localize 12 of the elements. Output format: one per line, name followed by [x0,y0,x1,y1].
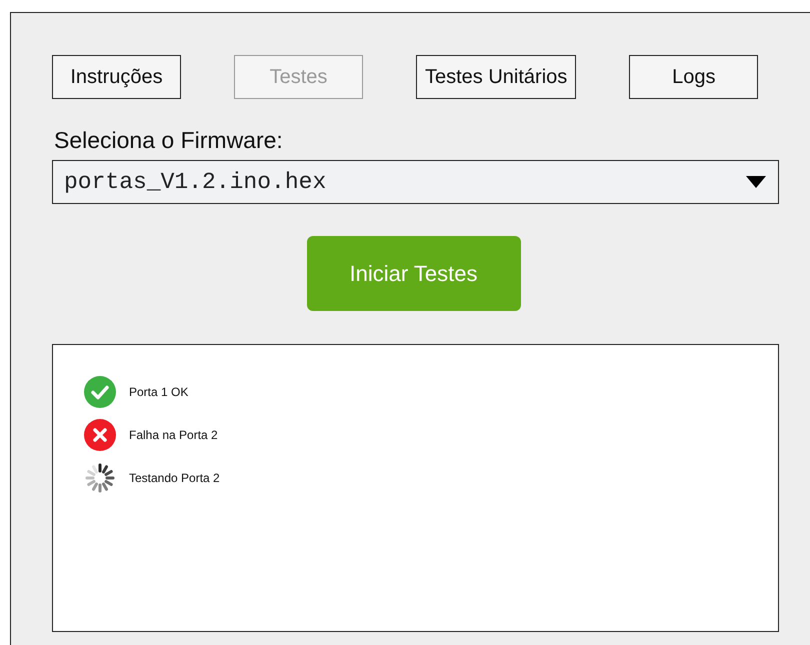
spinner-icon [84,462,116,494]
firmware-label: Seleciona o Firmware: [53,127,284,154]
log-message: Falha na Porta 2 [129,428,218,442]
tab-button[interactable]: Testes Unitários [416,55,576,99]
tab-button[interactable]: Logs [629,55,758,99]
error-icon [84,419,116,451]
log-message: Testando Porta 2 [129,471,220,485]
firmware-dropdown[interactable]: portas_V1.2.ino.hex [52,160,779,204]
tab-button[interactable]: Instruções [52,55,181,99]
log-message: Porta 1 OK [129,385,188,399]
caret-icon [746,176,766,188]
check-icon [84,376,116,408]
